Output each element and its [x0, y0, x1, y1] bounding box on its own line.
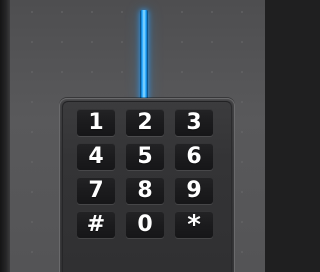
key-6[interactable]: 6	[175, 143, 213, 170]
key-star-label: *	[187, 209, 201, 240]
key-5[interactable]: 5	[126, 143, 164, 170]
key-6-label: 6	[186, 143, 202, 169]
key-3[interactable]: 3	[175, 109, 213, 136]
key-8-label: 8	[137, 177, 153, 203]
key-0[interactable]: 0	[126, 211, 164, 238]
key-2-label: 2	[137, 109, 153, 135]
key-9[interactable]: 9	[175, 177, 213, 204]
key-star[interactable]: *	[175, 211, 213, 238]
key-7[interactable]: 7	[77, 177, 115, 204]
key-0-label: 0	[137, 211, 153, 237]
key-1-label: 1	[88, 109, 104, 135]
key-1[interactable]: 1	[77, 109, 115, 136]
key-hash[interactable]: #	[77, 211, 115, 238]
access-control-reader: 1 2 3 4 5 6 7 8 9 # 0 *	[0, 0, 265, 272]
reader-side-edge	[0, 0, 10, 272]
key-4[interactable]: 4	[77, 143, 115, 170]
key-5-label: 5	[137, 143, 153, 169]
status-led-strip	[140, 10, 148, 102]
key-3-label: 3	[186, 109, 202, 135]
key-2[interactable]: 2	[126, 109, 164, 136]
key-8[interactable]: 8	[126, 177, 164, 204]
key-7-label: 7	[88, 177, 104, 203]
key-hash-label: #	[86, 211, 106, 237]
key-4-label: 4	[88, 143, 104, 169]
key-9-label: 9	[186, 177, 202, 203]
